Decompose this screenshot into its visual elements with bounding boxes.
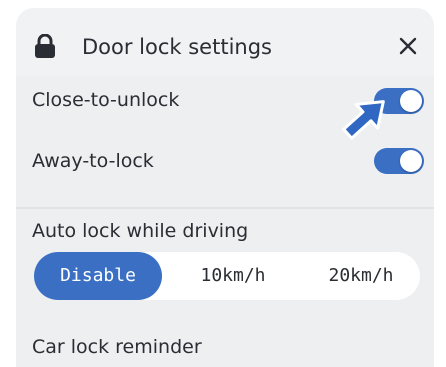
close-to-unlock-label: Close-to-unlock (32, 89, 180, 111)
car-lock-reminder-label: Car lock reminder (32, 336, 202, 358)
pointer-arrow-icon (342, 100, 385, 140)
away-to-lock-label: Away-to-lock (32, 150, 154, 172)
auto-lock-speed-selector: Disable 10km/h 20km/h (34, 252, 420, 300)
option-20kmh[interactable]: 20km/h (302, 252, 420, 300)
door-lock-settings-panel: Door lock settings Close-to-unlock Away-… (16, 8, 434, 367)
option-10kmh[interactable]: 10km/h (174, 252, 292, 300)
away-to-lock-toggle[interactable] (374, 148, 424, 174)
close-icon[interactable] (399, 37, 417, 55)
lock-icon (35, 34, 55, 58)
toggle-knob (400, 90, 422, 112)
auto-lock-label: Auto lock while driving (32, 220, 249, 242)
screenshot-frame: Door lock settings Close-to-unlock Away-… (0, 0, 446, 367)
page-title: Door lock settings (82, 35, 272, 59)
section-divider (16, 207, 434, 209)
option-disable[interactable]: Disable (34, 252, 162, 300)
toggle-knob (400, 150, 422, 172)
